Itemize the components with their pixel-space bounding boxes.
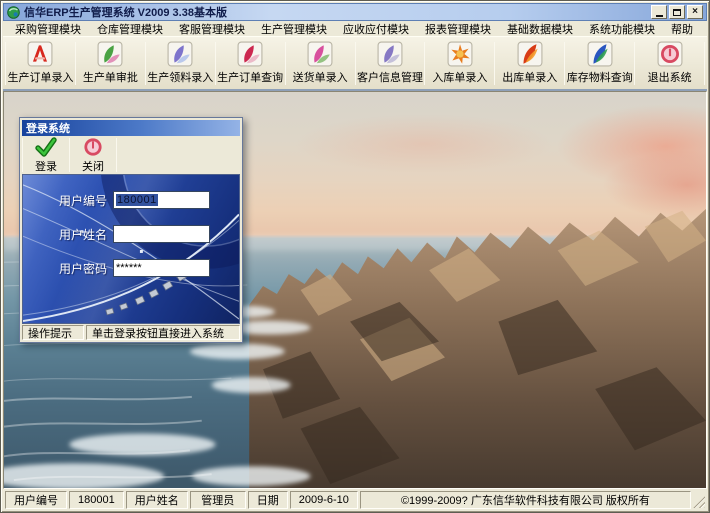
menu-item-warehouse[interactable]: 仓库管理模块: [89, 20, 171, 38]
login-dialog-statusbar: 操作提示 单击登录按钮直接进入系统: [22, 324, 240, 340]
menu-item-system[interactable]: 系统功能模块: [581, 20, 663, 38]
user-id-selected-text: 180001: [116, 194, 158, 206]
menu-item-base-data[interactable]: 基础数据模块: [499, 20, 581, 38]
toolbar-button-customer-info-management[interactable]: 客户信息管理: [356, 38, 425, 89]
minimize-button[interactable]: [651, 5, 667, 19]
app-window: 信华ERP生产管理系统 V2009 3.38基本版 × 采购管理模块 仓库管理模…: [0, 0, 710, 513]
user-id-input[interactable]: 180001: [113, 191, 210, 209]
login-dialog-title: 登录系统: [26, 123, 70, 135]
toolbar-button-label: 退出系统: [647, 72, 692, 84]
login-dialog: 登录系统 登录 关闭 用户编号 180001 用户姓名 用户密码 ****** …: [19, 117, 243, 343]
menu-item-purchase[interactable]: 采购管理模块: [7, 20, 89, 38]
toolbar-button-exit-system[interactable]: 退出系统: [635, 38, 704, 89]
password-row: 用户密码: [23, 259, 239, 277]
toolbar-button-material-issue-entry[interactable]: 生产领料录入: [146, 38, 215, 89]
toolbar-button-stock-query[interactable]: 库存物料查询: [565, 38, 634, 89]
password-label: 用户密码: [59, 261, 108, 276]
user-id-row: 用户编号 180001: [23, 191, 239, 209]
separator: [704, 42, 706, 85]
power-icon: [84, 137, 102, 156]
login-dialog-toolbar: 登录 关闭: [22, 136, 240, 174]
toolbar-button-label: 客户信息管理: [356, 72, 423, 84]
statusbar: 用户编号 180001 用户姓名 管理员 日期 2009-6-10 ©1999-…: [3, 489, 707, 510]
resize-grip[interactable]: [692, 495, 705, 508]
app-icon: [7, 5, 20, 19]
hint-text: 单击登录按钮直接进入系统: [86, 325, 240, 340]
maximize-icon: [673, 8, 681, 16]
status-user-id-value: 180001: [69, 491, 124, 509]
menu-item-reports[interactable]: 报表管理模块: [417, 20, 499, 38]
user-name-row: 用户姓名: [23, 225, 239, 243]
maximize-button[interactable]: [669, 5, 685, 19]
close-icon: ×: [692, 6, 698, 17]
lily-icon: [237, 41, 263, 67]
toolbar-button-label: 送货单录入: [292, 72, 348, 84]
toolbar-button-production-order-query[interactable]: 生产订单查询: [216, 38, 285, 89]
burst-icon: [447, 41, 473, 67]
password-input[interactable]: [113, 259, 210, 277]
close-dialog-button-label: 关闭: [82, 160, 104, 173]
login-dialog-body: 用户编号 180001 用户姓名 用户密码: [22, 174, 240, 324]
toolbar-button-label: 入库单录入: [432, 72, 488, 84]
toolbar-button-label: 生产订单查询: [217, 72, 284, 84]
menu-item-production[interactable]: 生产管理模块: [253, 20, 335, 38]
status-date-label: 日期: [247, 491, 288, 509]
toolbar-button-label: 生产订单录入: [7, 72, 74, 84]
toolbar-button-label: 生产单审批: [82, 72, 138, 84]
titlebar: 信华ERP生产管理系统 V2009 3.38基本版 ×: [3, 3, 707, 21]
user-name-input[interactable]: [113, 225, 210, 243]
menu-item-customer-service[interactable]: 客服管理模块: [171, 20, 253, 38]
flower-icon: [167, 41, 193, 67]
login-button-label: 登录: [35, 160, 57, 173]
flower-icon: [97, 41, 123, 67]
menu-item-help[interactable]: 帮助: [663, 20, 701, 38]
feather-icon: [587, 41, 613, 67]
status-user-name-label: 用户姓名: [125, 491, 188, 509]
toolbar-button-production-approval[interactable]: 生产单审批: [76, 38, 145, 89]
toolbar-button-delivery-note-entry[interactable]: 送货单录入: [286, 38, 355, 89]
flower-icon: [377, 41, 403, 67]
client-area: 登录系统 登录 关闭 用户编号 180001 用户姓名 用户密码 ****** …: [3, 91, 707, 489]
status-user-id-label: 用户编号: [5, 491, 67, 509]
user-name-label: 用户姓名: [59, 227, 108, 242]
toolbar-button-label: 生产领料录入: [147, 72, 214, 84]
copyright-text: ©1999-2009? 广东信华软件科技有限公司 版权所有: [359, 491, 691, 509]
feather-icon: [517, 41, 543, 67]
toolbar-button-label: 出库单录入: [502, 72, 558, 84]
toolbar: 生产订单录入 生产单审批 生产领料录入 生产订单查询 送货单录入 客户信息管理 …: [3, 36, 707, 91]
window-title: 信华ERP生产管理系统 V2009 3.38基本版: [24, 7, 227, 19]
window-controls: ×: [651, 5, 703, 19]
close-button[interactable]: ×: [687, 5, 703, 19]
status-user-name-value: 管理员: [189, 491, 246, 509]
minimize-icon: [655, 14, 663, 17]
close-dialog-button[interactable]: 关闭: [70, 136, 116, 174]
separator: [116, 138, 117, 172]
ribbon-a-icon: [27, 41, 53, 67]
login-dialog-titlebar: 登录系统: [22, 120, 240, 136]
flower-icon: [307, 41, 333, 67]
toolbar-button-label: 库存物料查询: [566, 72, 633, 84]
login-button[interactable]: 登录: [23, 136, 69, 174]
hint-label: 操作提示: [22, 325, 84, 340]
status-date-value: 2009-6-10: [289, 491, 358, 509]
power-icon: [657, 41, 683, 67]
toolbar-button-inbound-entry[interactable]: 入库单录入: [425, 38, 494, 89]
menu-item-ar-ap[interactable]: 应收应付模块: [335, 20, 417, 38]
toolbar-button-outbound-entry[interactable]: 出库单录入: [495, 38, 564, 89]
menubar: 采购管理模块 仓库管理模块 客服管理模块 生产管理模块 应收应付模块 报表管理模…: [3, 21, 707, 36]
toolbar-button-production-order-entry[interactable]: 生产订单录入: [6, 38, 75, 89]
check-icon: [35, 136, 57, 157]
user-id-label: 用户编号: [59, 193, 108, 208]
